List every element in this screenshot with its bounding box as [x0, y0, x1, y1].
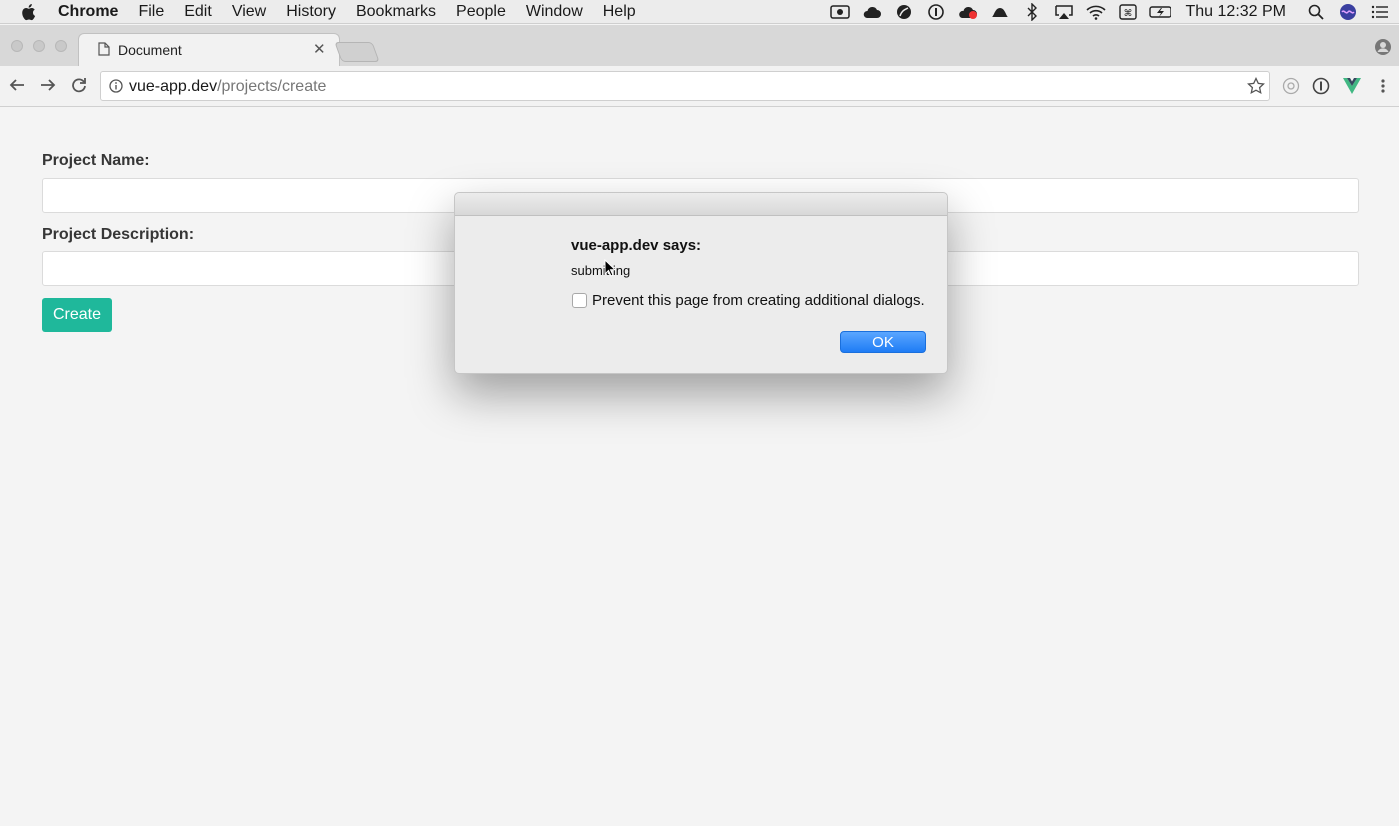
browser-tab-strip: Document ✕: [0, 25, 1399, 66]
prevent-dialogs-label[interactable]: Prevent this page from creating addition…: [592, 292, 925, 309]
keyboard-input-icon[interactable]: ⌘: [1117, 3, 1139, 21]
extension-circle-icon[interactable]: [1282, 77, 1300, 95]
password-manager-icon[interactable]: [925, 3, 947, 21]
siri-icon[interactable]: [1337, 3, 1359, 21]
creative-cloud-icon[interactable]: [957, 3, 979, 21]
browser-toolbar: vue-app.dev/projects/create: [0, 66, 1399, 107]
hat-icon[interactable]: [989, 3, 1011, 21]
vue-devtools-icon[interactable]: [1343, 77, 1361, 95]
apple-icon[interactable]: [0, 3, 56, 21]
menu-window[interactable]: Window: [516, 0, 593, 24]
prevent-dialogs-checkbox[interactable]: [572, 293, 587, 308]
dialog-message: submitting: [571, 263, 631, 278]
dialog-titlebar[interactable]: [455, 193, 947, 216]
menubar-clock[interactable]: Thu 12:32 PM: [1186, 3, 1287, 21]
leaf-icon[interactable]: [893, 3, 915, 21]
forward-arrow-icon[interactable]: [38, 75, 58, 95]
camera-icon[interactable]: [829, 3, 851, 21]
menu-people[interactable]: People: [446, 0, 516, 24]
close-window-button[interactable]: [11, 40, 23, 52]
notification-center-icon[interactable]: [1369, 3, 1391, 21]
menu-bookmarks[interactable]: Bookmarks: [346, 0, 446, 24]
cloud-icon[interactable]: [861, 3, 883, 21]
reload-icon[interactable]: [69, 75, 89, 95]
battery-icon[interactable]: [1148, 3, 1171, 21]
address-bar[interactable]: vue-app.dev/projects/create: [100, 71, 1270, 101]
project-description-label: Project Description:: [42, 226, 195, 243]
create-button[interactable]: Create: [42, 298, 112, 332]
menu-view[interactable]: View: [222, 0, 276, 24]
document-icon: [98, 42, 110, 56]
back-arrow-icon[interactable]: [7, 75, 27, 95]
bookmark-star-icon[interactable]: [1247, 77, 1265, 95]
bluetooth-icon[interactable]: [1021, 3, 1043, 21]
spotlight-search-icon[interactable]: [1305, 3, 1327, 21]
alert-dialog: vue-app.dev says: submitting Prevent thi…: [454, 192, 948, 374]
ok-button[interactable]: OK: [840, 331, 926, 353]
password-extension-icon[interactable]: [1312, 77, 1330, 95]
url-path: /projects/create: [217, 78, 327, 95]
minimize-window-button[interactable]: [33, 40, 45, 52]
airplay-icon[interactable]: [1053, 3, 1075, 21]
macos-menu-bar: Chrome File Edit View History Bookmarks …: [0, 0, 1399, 24]
project-name-label: Project Name:: [42, 152, 150, 169]
wifi-icon[interactable]: [1085, 3, 1107, 21]
menu-file[interactable]: File: [128, 0, 174, 24]
info-icon[interactable]: [109, 79, 123, 93]
new-tab-button[interactable]: [334, 42, 380, 62]
menu-chrome[interactable]: Chrome: [56, 0, 128, 24]
tab-title: Document: [118, 42, 182, 58]
svg-text:⌘: ⌘: [1123, 9, 1132, 19]
menu-help[interactable]: Help: [593, 0, 646, 24]
mouse-cursor-icon: [604, 259, 616, 277]
dialog-title: vue-app.dev says:: [571, 237, 702, 254]
menu-history[interactable]: History: [276, 0, 346, 24]
menu-edit[interactable]: Edit: [174, 0, 222, 24]
zoom-window-button[interactable]: [55, 40, 67, 52]
more-menu-icon[interactable]: [1374, 77, 1392, 95]
tab-close-icon[interactable]: ✕: [313, 40, 326, 58]
url-text[interactable]: vue-app.dev/projects/create: [129, 78, 326, 96]
url-host: vue-app.dev: [129, 78, 218, 95]
profile-icon[interactable]: [1374, 38, 1392, 61]
